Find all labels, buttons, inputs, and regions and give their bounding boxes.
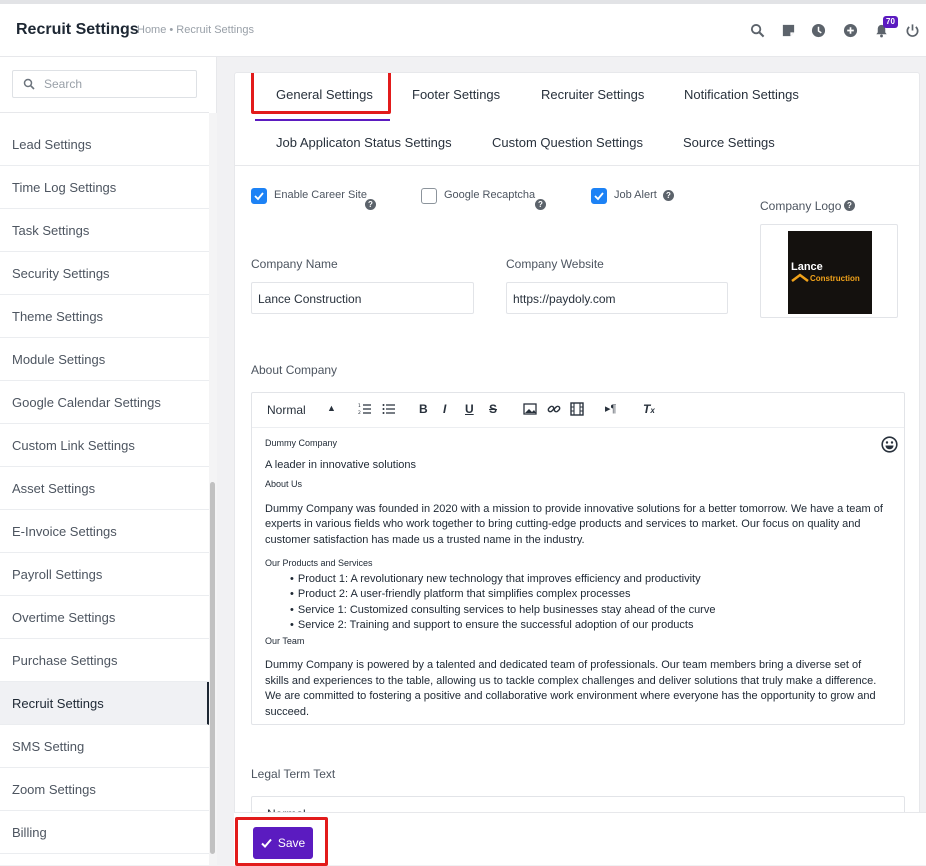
bold-icon[interactable]: B [419, 402, 428, 416]
sidebar-item-payroll-settings[interactable]: Payroll Settings [0, 553, 209, 596]
list-item: Product 1: A revolutionary new technolog… [290, 572, 885, 588]
list-item: Product 2: A user-friendly platform that… [290, 587, 885, 603]
power-icon[interactable] [903, 21, 921, 39]
tab-recruiter-settings[interactable]: Recruiter Settings [541, 87, 644, 102]
svg-text:2: 2 [358, 410, 361, 416]
sidebar-item-security-settings[interactable]: Security Settings [0, 252, 209, 295]
sidebar-item-recruit-settings[interactable]: Recruit Settings [0, 682, 209, 725]
job-alert-label: Job Alert [614, 189, 657, 201]
about-company-label: About Company [251, 363, 338, 377]
search-icon[interactable] [748, 21, 766, 39]
image-icon[interactable] [523, 402, 537, 416]
sidebar-item-overtime-settings[interactable]: Overtime Settings [0, 596, 209, 639]
clear-format-icon[interactable]: Tx [643, 402, 655, 416]
sidebar-item-task-settings[interactable]: Task Settings [0, 209, 209, 252]
content-heading: About Us [265, 479, 303, 489]
svg-text:1: 1 [358, 403, 361, 409]
video-icon[interactable] [570, 402, 584, 416]
form-footer: Save [234, 812, 926, 866]
highlight-general-settings-tab [251, 73, 391, 114]
search-icon [23, 78, 35, 90]
enable-career-site-label: Enable Career Site [274, 189, 367, 201]
list-item: Service 1: Customized consulting service… [290, 603, 885, 619]
company-logo-upload[interactable]: Lance Construction [760, 224, 898, 318]
company-website-label: Company Website [506, 257, 604, 271]
ordered-list-icon[interactable]: 12 [358, 402, 372, 416]
link-icon[interactable] [547, 402, 561, 416]
sidebar-item-custom-link-settings[interactable]: Custom Link Settings [0, 424, 209, 467]
strikethrough-icon[interactable]: S [489, 402, 497, 416]
enable-career-site-checkbox[interactable] [251, 188, 267, 204]
editor-content[interactable]: Dummy Company A leader in innovative sol… [265, 436, 885, 720]
tab-job-application-status-settings[interactable]: Job Applicaton Status Settings [276, 135, 452, 150]
sidebar-item-google-calendar-settings[interactable]: Google Calendar Settings [0, 381, 209, 424]
legal-term-label: Legal Term Text [251, 767, 336, 781]
company-name-input[interactable]: Lance Construction [251, 282, 474, 314]
sidebar-divider [0, 112, 209, 113]
content-heading: Dummy Company [265, 438, 338, 448]
content-paragraph: Dummy Company is powered by a talented a… [265, 659, 877, 718]
google-recaptcha-label: Google Recaptcha [444, 189, 536, 201]
settings-card: General Settings Footer Settings Recruit… [234, 72, 920, 865]
sidebar-item-asset-settings[interactable]: Asset Settings [0, 467, 209, 510]
bullet-list-icon[interactable] [382, 402, 396, 416]
logo-text-line2: Construction [810, 274, 860, 283]
sidebar-search[interactable] [12, 70, 197, 98]
italic-icon[interactable]: I [443, 402, 446, 416]
format-select[interactable]: Normal [267, 403, 306, 417]
sidebar-item-time-log-settings[interactable]: Time Log Settings [0, 166, 209, 209]
editor-toolbar: Normal ▲ 12 B I U S ▸¶ Tx [252, 393, 904, 428]
help-icon[interactable]: ? [535, 199, 546, 210]
tab-source-settings[interactable]: Source Settings [683, 135, 775, 150]
sidebar-item-billing[interactable]: Billing [0, 811, 209, 854]
settings-sidebar: Lead Settings Time Log Settings Task Set… [0, 57, 217, 865]
list-item: Service 2: Training and support to ensur… [290, 618, 885, 634]
text-direction-icon[interactable]: ▸¶ [605, 402, 616, 415]
company-website-input[interactable]: https://paydoly.com [506, 282, 728, 314]
tabs-divider [235, 165, 919, 166]
sidebar-scrollbar-thumb[interactable] [210, 482, 215, 854]
sidebar-item-purchase-settings[interactable]: Purchase Settings [0, 639, 209, 682]
content-tagline: A leader in innovative solutions [265, 458, 417, 471]
sidebar-item-theme-settings[interactable]: Theme Settings [0, 295, 209, 338]
sidebar-item-e-invoice-settings[interactable]: E-Invoice Settings [0, 510, 209, 553]
page-title: Recruit Settings [16, 21, 139, 38]
sidebar-item-module-settings[interactable]: Module Settings [0, 338, 209, 381]
search-input[interactable] [42, 75, 192, 93]
sidebar-item-sms-setting[interactable]: SMS Setting [0, 725, 209, 768]
help-icon[interactable]: ? [663, 190, 674, 201]
logo-roof-icon [791, 273, 809, 282]
content-paragraph: Dummy Company was founded in 2020 with a… [265, 502, 883, 546]
tab-footer-settings[interactable]: Footer Settings [412, 87, 500, 102]
notification-badge: 70 [883, 16, 898, 28]
tab-custom-question-settings[interactable]: Custom Question Settings [492, 135, 643, 150]
settings-menu: Lead Settings Time Log Settings Task Set… [0, 123, 209, 854]
select-caret-icon: ▲ [327, 403, 336, 413]
job-alert-checkbox[interactable] [591, 188, 607, 204]
breadcrumb: Home • Recruit Settings [137, 24, 254, 36]
sidebar-item-lead-settings[interactable]: Lead Settings [0, 123, 209, 166]
help-icon[interactable]: ? [844, 200, 855, 211]
tab-notification-settings[interactable]: Notification Settings [684, 87, 799, 102]
top-header: Recruit Settings Home • Recruit Settings… [0, 4, 926, 57]
sticky-note-icon[interactable] [779, 21, 797, 39]
google-recaptcha-checkbox[interactable] [421, 188, 437, 204]
company-name-label: Company Name [251, 257, 338, 271]
clock-icon[interactable] [809, 21, 827, 39]
sidebar-item-zoom-settings[interactable]: Zoom Settings [0, 768, 209, 811]
content-heading: Our Team [265, 635, 305, 646]
highlight-save-button [235, 817, 328, 866]
about-company-editor[interactable]: Normal ▲ 12 B I U S ▸¶ Tx Dummy Company … [251, 392, 905, 725]
company-logo-label: Company Logo [760, 199, 842, 213]
underline-icon[interactable]: U [465, 402, 474, 416]
content-heading: Our Products and Services [265, 558, 373, 568]
company-logo-image: Lance Construction [788, 231, 872, 314]
plus-circle-icon[interactable] [841, 21, 859, 39]
help-icon[interactable]: ? [365, 199, 376, 210]
content-list: Product 1: A revolutionary new technolog… [265, 572, 885, 634]
active-tab-indicator [255, 119, 390, 121]
